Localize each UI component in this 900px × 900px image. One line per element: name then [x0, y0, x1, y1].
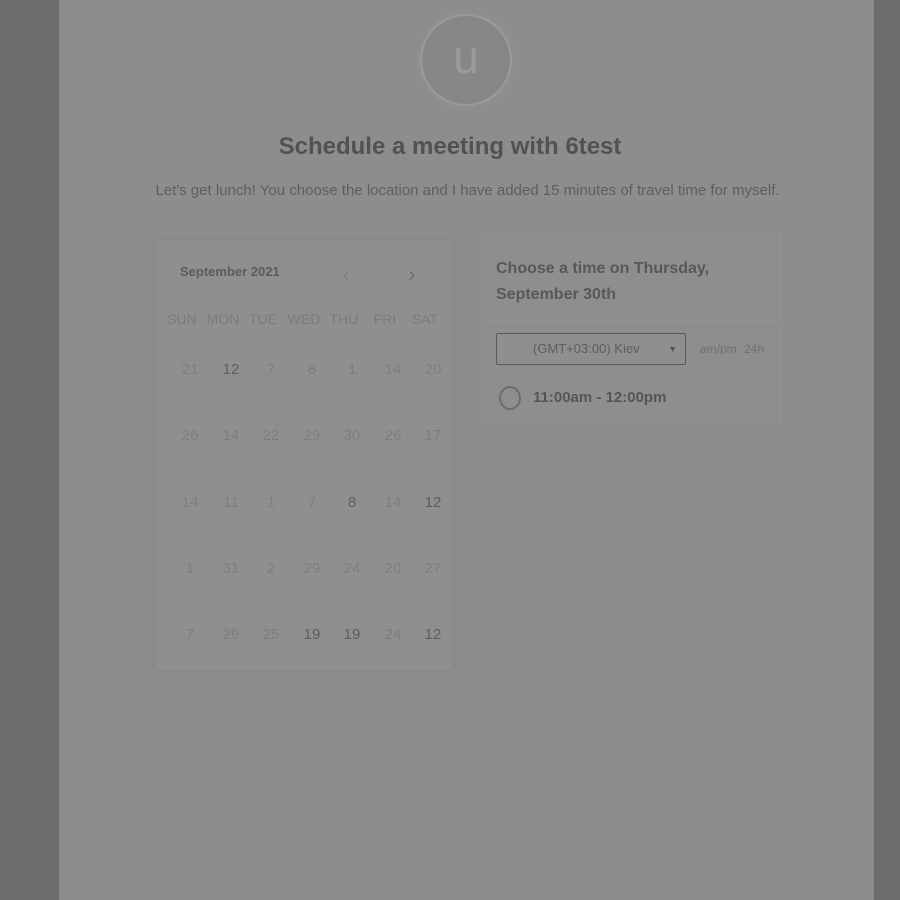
chevron-left-icon: ‹	[342, 264, 350, 286]
calendar-day: 8	[307, 361, 317, 378]
calendar-day: 29	[222, 626, 240, 643]
previous-month-button[interactable]: ‹	[334, 263, 358, 287]
calendar-day: 20	[424, 361, 442, 378]
calendar-day: 2	[266, 560, 276, 577]
weekday-label: FRI	[373, 311, 397, 327]
calendar-day: 14	[181, 494, 199, 511]
calendar-day: 29	[303, 560, 321, 577]
weekday-label: MON	[206, 311, 240, 327]
format-24h-toggle[interactable]: 24h	[744, 342, 764, 356]
calendar-day: 27	[424, 560, 442, 577]
calendar-day: 7	[307, 494, 317, 511]
format-ampm-toggle[interactable]: am/pm	[700, 342, 737, 356]
next-month-button[interactable]: ›	[400, 263, 424, 287]
calendar-day: 7	[266, 361, 276, 378]
weekday-label: WED	[287, 311, 321, 327]
calendar-day: 22	[262, 427, 280, 444]
calendar-day: 31	[222, 560, 240, 577]
caret-down-icon: ▼	[668, 344, 677, 354]
calendar-day: 24	[384, 626, 402, 643]
calendar-day: 17	[424, 427, 442, 444]
chevron-right-icon: ›	[408, 264, 416, 286]
weekday-label: SUN	[167, 311, 197, 327]
calendar-card	[155, 240, 453, 670]
calendar-day: 1	[185, 560, 195, 577]
calendar-day: 26	[384, 427, 402, 444]
avatar-initial: u	[453, 31, 479, 83]
calendar-day: 14	[384, 361, 402, 378]
timezone-select[interactable]: (GMT+03:00) Kiev ▼	[496, 333, 686, 365]
calendar-day: 14	[222, 427, 240, 444]
calendar-day: 29	[303, 427, 321, 444]
weekday-label: TUE	[249, 311, 277, 327]
calendar-month-label: September 2021	[180, 264, 280, 279]
calendar-day: 20	[384, 560, 402, 577]
host-avatar: u	[420, 14, 512, 106]
timezone-value: (GMT+03:00) Kiev	[533, 341, 640, 356]
calendar-day: 30	[343, 427, 361, 444]
calendar-day[interactable]: 8	[334, 488, 370, 518]
weekday-label: SAT	[411, 311, 439, 327]
calendar-day: 1	[347, 361, 357, 378]
calendar-day: 7	[185, 626, 195, 643]
calendar-day: 21	[181, 361, 199, 378]
time-slot-label[interactable]: 11:00am - 12:00pm	[533, 389, 666, 406]
calendar-day[interactable]: 12	[415, 620, 451, 650]
page-description: Let's get lunch! You choose the location…	[155, 182, 780, 199]
page-title: Schedule a meeting with 6test	[278, 133, 622, 160]
calendar-day[interactable]: 12	[213, 355, 249, 385]
calendar-day[interactable]: 12	[415, 488, 451, 518]
calendar-day[interactable]: 19	[294, 620, 330, 650]
calendar-day: 25	[262, 626, 280, 643]
calendar-day[interactable]: 19	[334, 620, 370, 650]
calendar-day: 1	[266, 494, 276, 511]
calendar-day: 14	[384, 494, 402, 511]
calendar-day: 24	[343, 560, 361, 577]
time-slot-radio[interactable]	[499, 386, 521, 410]
calendar-day: 11	[223, 494, 239, 511]
time-panel-heading: Choose a time on Thursday, September 30t…	[496, 260, 710, 303]
divider	[482, 321, 779, 322]
weekday-label: THU	[329, 311, 359, 327]
calendar-day: 26	[181, 427, 199, 444]
